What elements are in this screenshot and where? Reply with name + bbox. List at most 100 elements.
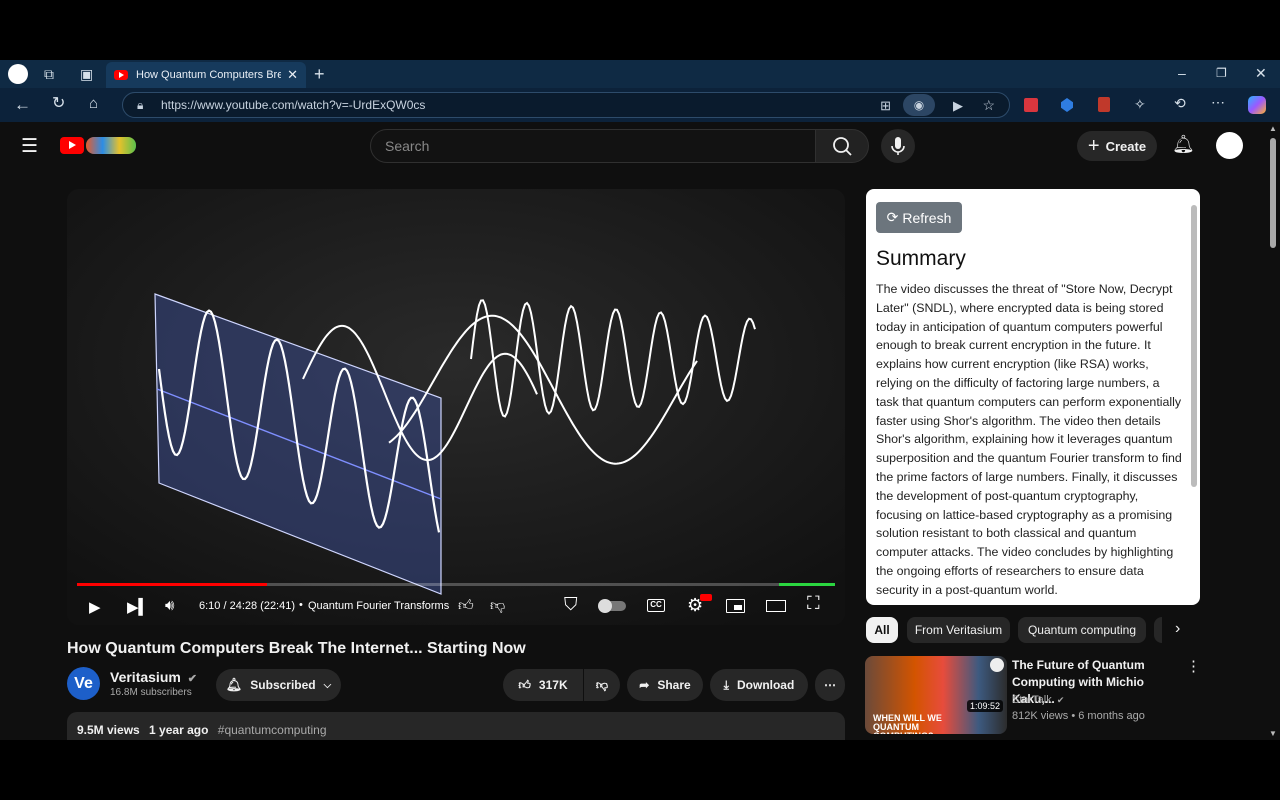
- account-avatar[interactable]: [1216, 132, 1243, 159]
- summary-text: The video discusses the threat of "Store…: [876, 282, 1182, 597]
- chip-partial: [1154, 617, 1162, 643]
- refresh-summary-button[interactable]: ⟳ Refresh: [876, 202, 962, 233]
- volume-icon[interactable]: 🔊︎: [165, 597, 174, 614]
- video-frame-waves: [67, 189, 845, 625]
- extensions-puzzle-icon[interactable]: ✧: [1134, 97, 1146, 111]
- fullscreen-icon[interactable]: ⛶: [807, 593, 820, 614]
- search-input[interactable]: Search: [370, 129, 816, 163]
- recommendation-channel-text: StarTalk: [1012, 694, 1052, 706]
- back-icon[interactable]: ←: [14, 96, 31, 113]
- browser-tab-active[interactable]: How Quantum Computers Break ✕: [106, 62, 306, 88]
- channel-name[interactable]: Veritasium ✔: [110, 669, 197, 685]
- app-available-icon[interactable]: ⊞: [880, 98, 891, 114]
- download-button[interactable]: ⤓ Download: [710, 669, 808, 701]
- thumbnail-caption: WHEN WILL WE QUANTUM COMPUTING?: [873, 713, 942, 735]
- hd-badge: [700, 594, 712, 601]
- next-icon[interactable]: ▶▍: [127, 598, 150, 616]
- progress-bar[interactable]: [77, 583, 835, 586]
- duration-badge: 1:09:52: [966, 700, 1003, 712]
- browser-address-row: ← ↻ ⌂ 🔒︎ https://www.youtube.com/watch?v…: [0, 88, 1280, 122]
- shield-extension-icon[interactable]: ⛉: [564, 594, 578, 615]
- guide-menu-icon[interactable]: ☰: [21, 135, 38, 158]
- subscriber-count: 16.8M subscribers: [110, 687, 192, 698]
- dislike-button[interactable]: 👎︎: [584, 669, 620, 701]
- chapter-title[interactable]: Quantum Fourier Transforms: [308, 600, 449, 612]
- channel-avatar-text: Ve: [74, 674, 93, 692]
- extension-red-icon[interactable]: [1024, 98, 1038, 112]
- verified-check-icon: ✔: [1056, 695, 1065, 705]
- notifications-bell-icon[interactable]: 🔔︎: [1172, 134, 1195, 155]
- close-tab-icon[interactable]: ✕: [287, 67, 298, 83]
- lock-icon: 🔒︎: [137, 98, 144, 112]
- thumbs-up-overlay-icon[interactable]: 👍︎: [458, 597, 474, 615]
- read-aloud-icon[interactable]: ▶: [953, 98, 963, 114]
- thumbs-up-icon: 👍︎: [518, 677, 531, 692]
- address-bar[interactable]: 🔒︎ https://www.youtube.com/watch?v=-UrdE…: [122, 92, 1010, 118]
- miniplayer-icon[interactable]: [726, 599, 745, 613]
- tracking-prevention-icon[interactable]: ◉: [903, 94, 935, 116]
- description-box[interactable]: 9.5M views 1 year ago #quantumcomputing: [67, 712, 845, 740]
- microphone-icon: [891, 137, 905, 155]
- new-tab-icon[interactable]: +: [314, 65, 325, 83]
- home-icon[interactable]: ⌂: [89, 96, 98, 111]
- chip-quantum-computing[interactable]: Quantum computing: [1018, 617, 1146, 643]
- more-options-icon[interactable]: ⋯: [1211, 95, 1225, 109]
- copilot-icon[interactable]: [1248, 96, 1266, 114]
- chip-from-veritasium[interactable]: From Veritasium: [907, 617, 1010, 643]
- close-window-icon[interactable]: ✕: [1255, 66, 1267, 80]
- upload-age: 1 year ago: [149, 723, 209, 737]
- plus-icon: +: [1087, 135, 1100, 157]
- thumbs-down-overlay-icon[interactable]: 👎︎: [490, 597, 505, 615]
- subscribed-label: Subscribed: [250, 678, 316, 692]
- theater-mode-icon[interactable]: [766, 600, 786, 612]
- recommendation-thumbnail[interactable]: WHEN WILL WE QUANTUM COMPUTING? 1:09:52: [865, 656, 1007, 734]
- summary-scrollbar[interactable]: [1191, 197, 1197, 597]
- create-label: Create: [1105, 138, 1147, 154]
- minimize-icon[interactable]: –: [1178, 66, 1186, 80]
- captions-icon[interactable]: CC: [647, 599, 665, 612]
- tab-title: How Quantum Computers Break: [136, 69, 282, 81]
- url-text: https://www.youtube.com/watch?v=-UrdExQW…: [161, 98, 426, 112]
- extension-blue-icon[interactable]: [1061, 98, 1073, 112]
- subscribed-button[interactable]: 🔔︎ Subscribed ⌵: [216, 669, 341, 701]
- time-display: 6:10 / 24:28 (22:41): [199, 600, 296, 612]
- recommendation-menu-icon[interactable]: ⋮: [1186, 657, 1201, 675]
- workspaces-icon[interactable]: ⧉: [44, 67, 54, 81]
- scroll-thumb[interactable]: [1270, 138, 1276, 248]
- youtube-favicon-icon: [114, 70, 128, 80]
- search-icon: [833, 137, 852, 156]
- scroll-down-icon: ▼: [1269, 729, 1277, 738]
- chevron-down-icon: ⌵: [323, 679, 332, 691]
- restore-icon[interactable]: ❐: [1216, 67, 1227, 79]
- profile-avatar[interactable]: [8, 64, 28, 84]
- refresh-icon[interactable]: ↻: [52, 96, 65, 112]
- video-player[interactable]: ▶ ▶▍ 🔊︎ 6:10 / 24:28 (22:41) • Quantum F…: [67, 189, 845, 625]
- share-button[interactable]: ➦ Share: [627, 669, 703, 701]
- recommendation-channel[interactable]: StarTalk ✔: [1012, 694, 1064, 706]
- hashtag-link[interactable]: #quantumcomputing: [218, 723, 327, 737]
- create-button[interactable]: + Create: [1077, 131, 1157, 161]
- voice-search-button[interactable]: [881, 129, 915, 163]
- search-button[interactable]: [815, 129, 869, 163]
- channel-avatar[interactable]: Ve: [67, 667, 100, 700]
- refresh-arrows-icon: ⟳: [886, 209, 899, 225]
- like-count: 317K: [538, 678, 568, 692]
- youtube-page: ☰ Search + Create 🔔︎ ▶ ▶▍ 🔊︎ 6:10 / 24:2…: [0, 122, 1280, 740]
- play-icon[interactable]: ▶: [89, 598, 101, 616]
- extension-book-icon[interactable]: [1098, 97, 1110, 112]
- share-arrow-icon: ➦: [639, 678, 650, 692]
- scroll-up-icon: ▲: [1269, 124, 1277, 133]
- autoplay-toggle[interactable]: [598, 599, 626, 613]
- more-actions-button[interactable]: ⋯: [815, 669, 845, 701]
- view-count: 9.5M views: [77, 723, 140, 737]
- favorite-star-icon[interactable]: ☆: [982, 97, 995, 114]
- like-button[interactable]: 👍︎ 317K: [503, 669, 583, 701]
- bell-icon: 🔔︎: [225, 677, 243, 692]
- history-icon[interactable]: ⟲: [1174, 96, 1186, 110]
- verified-badge-icon: ✔: [187, 673, 197, 685]
- tab-actions-icon[interactable]: ▣: [80, 67, 93, 81]
- youtube-logo[interactable]: [60, 137, 136, 155]
- chevron-right-icon[interactable]: ›: [1175, 620, 1180, 638]
- chip-all[interactable]: All: [866, 617, 898, 643]
- page-scrollbar[interactable]: ▲ ▼: [1268, 124, 1278, 738]
